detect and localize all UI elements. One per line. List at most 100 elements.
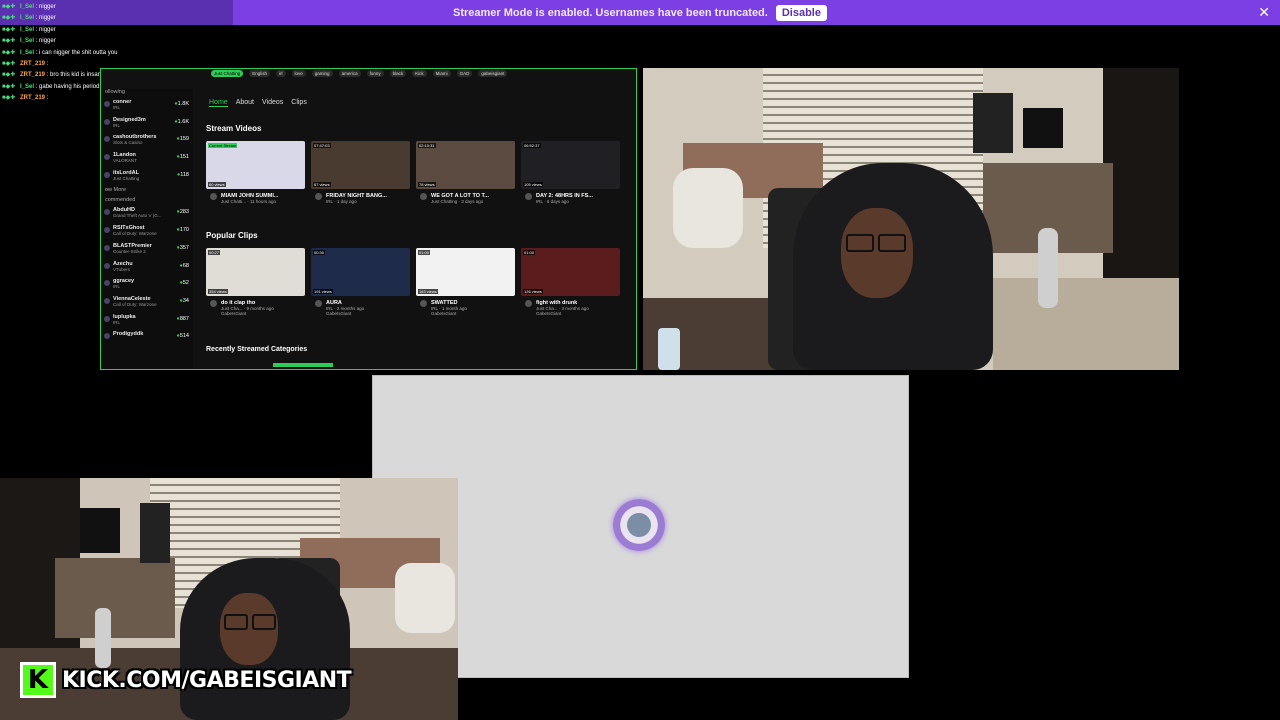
thumbnail[interactable]: 01:00 126 views — [521, 248, 620, 296]
kick-logo-icon: K — [20, 662, 56, 698]
sidebar-channel[interactable]: BLASTPremierCounter-Strike 2357 — [101, 243, 193, 261]
duration-badge: 00:30 — [313, 250, 326, 255]
kick-channel-page: Just Chatting English irl love gaming america… — [100, 68, 637, 370]
chat-username[interactable]: I_Sel — [20, 27, 34, 33]
chat-text: nigger — [39, 38, 56, 45]
chat-username[interactable]: ZRT_219 — [20, 72, 45, 78]
thumbnail[interactable]: 00:30 191 views — [311, 248, 410, 296]
webcam-main — [643, 68, 1179, 370]
thumbnail[interactable]: 01:00 163 views — [416, 248, 515, 296]
thumbnail[interactable]: 02:10:31 78 views — [416, 141, 515, 189]
chat-username[interactable]: ZRT_219 — [20, 95, 45, 101]
sidebar-channel[interactable]: AbduHDGrand Theft Auto V (G...283 — [101, 207, 193, 225]
video-title[interactable]: SWATTED — [416, 300, 515, 307]
thumbnail[interactable]: 07:47:03 67 views — [311, 141, 410, 189]
avatar — [104, 209, 110, 216]
thumbnail[interactable]: 06:52:37 105 views — [521, 141, 620, 189]
chat-text: nigger — [39, 26, 56, 33]
chat-username[interactable]: I_Sel — [20, 15, 34, 21]
video-title[interactable]: do it clap tho — [206, 300, 305, 307]
video-title[interactable]: AURA — [311, 300, 410, 307]
video-card[interactable]: Current Stream 60 views MIAMI JOHN SUMMI..… — [206, 141, 305, 204]
show-more-link[interactable]: ow More — [101, 187, 193, 197]
video-card[interactable]: 06:52:37 105 views DAY 2: 48HRS IN FS... IR… — [521, 141, 620, 204]
chat-username[interactable]: I_Sel — [20, 4, 34, 10]
video-title[interactable]: WE GOT A LOT TO T... — [416, 193, 515, 200]
disable-button[interactable]: Disable — [775, 4, 827, 21]
avatar — [104, 280, 110, 287]
video-card[interactable]: 02:10:31 78 views WE GOT A LOT TO T... Just… — [416, 141, 515, 204]
sidebar-channel[interactable]: luplupkaIRL887 — [101, 314, 193, 332]
channel-tag[interactable]: Miami — [432, 70, 451, 77]
duration-badge: 07:47:03 — [313, 143, 331, 148]
sidebar-channel[interactable]: ViennaCelesteCall of Duty: Warzone34 — [101, 296, 193, 314]
tab-clips[interactable]: Clips — [291, 99, 307, 107]
viewer-count: 52 — [180, 280, 189, 286]
channel-tag[interactable]: Just Chatting — [211, 70, 244, 77]
avatar — [104, 333, 110, 340]
banner-text: Streamer Mode is enabled. Usernames have… — [453, 6, 768, 19]
viewer-count: 1.8K — [174, 101, 189, 107]
thumbnail[interactable]: 00:27 354 views — [206, 248, 305, 296]
video-card[interactable]: 07:47:03 67 views FRIDAY NIGHT BANG... IRL … — [311, 141, 410, 204]
channel-tag[interactable]: GAD — [456, 70, 473, 77]
close-icon[interactable]: ✕ — [1258, 4, 1270, 21]
channel-tag[interactable]: black — [389, 70, 407, 77]
video-title[interactable]: DAY 2: 48HRS IN FS... — [521, 193, 620, 200]
sidebar: ollowing connerIRL1.8KDesigned3mIRL1.6Kc… — [101, 89, 193, 369]
duration-badge: 01:00 — [523, 250, 536, 255]
tab-about[interactable]: About — [236, 99, 254, 107]
sidebar-channel[interactable]: cashoutbrothersSlots & Casino159 — [101, 134, 193, 152]
sidebar-channel[interactable]: connerIRL1.8K — [101, 99, 193, 117]
video-title[interactable]: FRIDAY NIGHT BANG... — [311, 193, 410, 200]
chat-message: ■◆✚ I_Sel : nigger — [2, 36, 232, 47]
chat-username[interactable]: I_Sel — [20, 50, 34, 56]
chat-text: nigger — [39, 15, 56, 22]
duration-badge: 06:52:37 — [523, 143, 541, 148]
view-count: 78 views — [418, 182, 436, 187]
avatar — [104, 297, 110, 304]
view-count: 67 views — [313, 182, 331, 187]
avatar — [104, 118, 110, 125]
clip-card[interactable]: 00:30 191 views AURA IRL · 2 months ago Gabe… — [311, 248, 410, 316]
channel-tag[interactable]: america — [338, 70, 361, 77]
clip-card[interactable]: 01:00 126 views fight with drunk Just Cha..… — [521, 248, 620, 316]
channel-tag[interactable]: Kick — [412, 70, 427, 77]
video-meta: IRL · 1 day ago — [326, 199, 357, 204]
chat-username[interactable]: ZRT_219 — [20, 61, 45, 67]
clip-card[interactable]: 01:00 163 views SWATTED IRL · 1 month ago Ga… — [416, 248, 515, 316]
video-meta: Just Chatti... · 11 hours ago — [221, 199, 276, 204]
viewer-count: 170 — [176, 227, 189, 233]
channel-tag[interactable]: English — [249, 70, 271, 77]
sidebar-channel[interactable]: RSITxGhostCall of Duty: Warzone170 — [101, 225, 193, 243]
viewer-count: 283 — [176, 209, 189, 215]
sidebar-channel[interactable]: Designed3mIRL1.6K — [101, 117, 193, 135]
avatar — [104, 262, 110, 269]
kick-url: KICK.COM/GABEISGIANT — [62, 667, 352, 693]
video-title[interactable]: MIAMI JOHN SUMMI... — [206, 193, 305, 200]
chat-text: i can nigger the shit outta you — [39, 49, 118, 56]
avatar — [104, 227, 110, 234]
sidebar-channel[interactable]: Prodigyddk514 — [101, 331, 193, 349]
sidebar-channel[interactable]: itsLordALJust Chatting118 — [101, 170, 193, 188]
sidebar-channel[interactable]: 1LandonVALORANT151 — [101, 152, 193, 170]
chat-message: ■◆✚ I_Sel : nigger — [2, 2, 232, 13]
channel-tag[interactable]: gabeisgiant — [478, 70, 508, 77]
sidebar-channel[interactable]: ggraceyIRL52 — [101, 278, 193, 296]
video-title[interactable]: fight with drunk — [521, 300, 620, 307]
channel-tag[interactable]: gaming — [311, 70, 333, 77]
chat-text: bro this kid is insane — [50, 72, 105, 79]
channel-tag[interactable]: irl — [276, 70, 286, 77]
tab-videos[interactable]: Videos — [262, 99, 283, 107]
chat-username[interactable]: I_Sel — [20, 38, 34, 44]
clip-card[interactable]: 00:27 354 views do it clap tho Just Cha... … — [206, 248, 305, 316]
sidebar-channel[interactable]: AzechuVTubers68 — [101, 261, 193, 279]
chat-username[interactable]: I_Sel — [20, 84, 34, 90]
duration-badge: 02:10:31 — [418, 143, 436, 148]
channel-tag[interactable]: funny — [366, 70, 384, 77]
channel-tag[interactable]: love — [291, 70, 306, 77]
view-count: 354 views — [208, 289, 228, 294]
stream-videos-row: Current Stream 60 views MIAMI JOHN SUMMI..… — [206, 141, 620, 204]
thumbnail[interactable]: Current Stream 60 views — [206, 141, 305, 189]
tab-home[interactable]: Home — [209, 99, 228, 107]
